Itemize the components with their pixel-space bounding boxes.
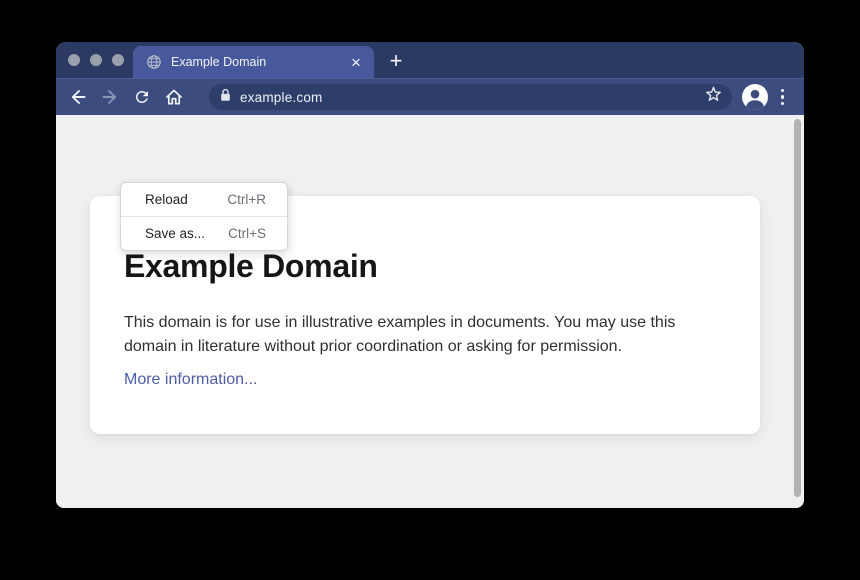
menu-item-shortcut: Ctrl+S: [228, 226, 266, 241]
menu-item-label: Save as...: [145, 226, 205, 241]
body-text: This domain is for use in illustrative e…: [124, 311, 726, 359]
minimize-window-button[interactable]: [90, 54, 102, 66]
tab-title: Example Domain: [171, 55, 348, 69]
context-menu: Reload Ctrl+R Save as... Ctrl+S: [120, 182, 288, 251]
scrollbar-thumb[interactable]: [794, 119, 801, 497]
back-arrow-icon: [68, 87, 88, 107]
menu-item-label: Reload: [145, 192, 188, 207]
zoom-window-button[interactable]: [112, 54, 124, 66]
tab-bar: Example Domain × +: [56, 42, 804, 78]
address-bar[interactable]: example.com: [209, 84, 732, 110]
back-button[interactable]: [68, 87, 88, 107]
forward-button[interactable]: [100, 87, 120, 107]
more-vertical-icon: [781, 102, 785, 106]
context-menu-item-save-as[interactable]: Save as... Ctrl+S: [121, 217, 287, 250]
reload-icon: [133, 88, 151, 106]
screenshot-background: Example Domain × +: [0, 0, 860, 580]
tab-close-icon[interactable]: ×: [348, 54, 364, 71]
body-line: This domain is for use in illustrative e…: [124, 314, 675, 331]
home-icon: [164, 87, 184, 107]
new-tab-button[interactable]: +: [382, 47, 410, 75]
page-content: Example Domain This domain is for use in…: [56, 115, 804, 508]
close-window-button[interactable]: [68, 54, 80, 66]
window-controls: [68, 54, 124, 66]
menu-item-shortcut: Ctrl+R: [227, 192, 266, 207]
lock-icon[interactable]: [220, 88, 231, 107]
forward-arrow-icon: [100, 87, 120, 107]
favicon-globe-icon: [146, 54, 162, 70]
more-menu-button[interactable]: [781, 89, 785, 106]
browser-window: Example Domain × +: [56, 42, 804, 508]
home-button[interactable]: [164, 87, 184, 107]
reload-button[interactable]: [132, 87, 152, 107]
more-vertical-icon: [781, 95, 785, 99]
toolbar: example.com: [56, 78, 804, 115]
more-vertical-icon: [781, 89, 785, 93]
profile-avatar-icon[interactable]: [742, 84, 768, 110]
bookmark-star-icon[interactable]: [704, 85, 723, 109]
more-information-link[interactable]: More information...: [124, 371, 257, 389]
browser-tab[interactable]: Example Domain ×: [133, 46, 374, 78]
context-menu-item-reload[interactable]: Reload Ctrl+R: [121, 183, 287, 216]
url-text: example.com: [240, 90, 704, 105]
body-line: domain in literature without prior coord…: [124, 338, 622, 355]
